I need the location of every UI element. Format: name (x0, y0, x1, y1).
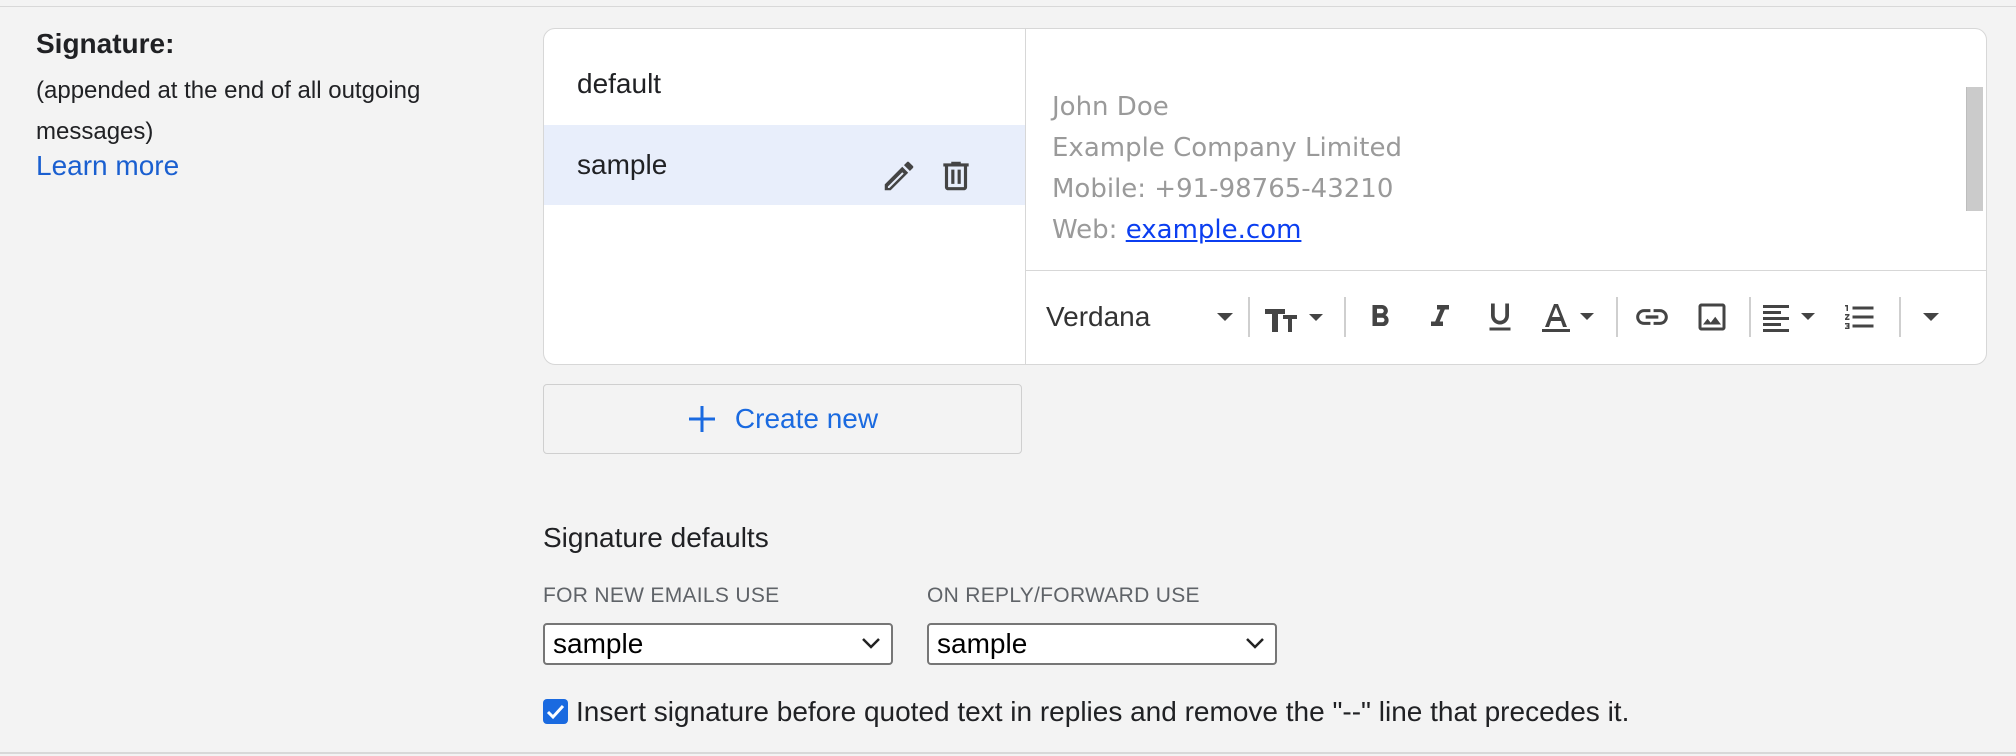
reply-forward-signature-value: sample (937, 628, 1028, 659)
new-emails-label: FOR NEW EMAILS USE (543, 584, 780, 607)
bottom-divider (0, 752, 2016, 754)
reply-forward-label: ON REPLY/FORWARD USE (927, 584, 1200, 607)
formatting-toolbar: Verdana (1026, 271, 1986, 364)
create-new-button[interactable]: Create new (543, 384, 1022, 454)
signature-line-web: Web: example.com (1052, 210, 1402, 251)
web-prefix: Web: (1052, 215, 1126, 245)
underline-icon[interactable] (1476, 293, 1524, 341)
toolbar-divider (1616, 297, 1618, 337)
text-color-icon[interactable] (1536, 293, 1602, 341)
signature-text-area[interactable]: John Doe Example Company Limited Mobile:… (1026, 29, 1986, 271)
new-emails-signature-value: sample (553, 628, 644, 659)
signature-line-name: John Doe (1052, 92, 1169, 122)
editor-scrollbar[interactable] (1966, 87, 1983, 211)
signature-label: Signature: (36, 28, 175, 59)
signature-description: (appended at the end of all outgoing mes… (36, 77, 421, 145)
signature-line-mobile: Mobile: +91-98765-43210 (1052, 174, 1394, 204)
font-family-select[interactable]: Verdana (1046, 293, 1236, 341)
bold-icon[interactable] (1356, 293, 1404, 341)
signature-web-link[interactable]: example.com (1126, 215, 1302, 245)
reply-forward-signature-select[interactable]: sample (927, 623, 1277, 665)
signature-line-company: Example Company Limited (1052, 133, 1402, 163)
signature-content: John Doe Example Company Limited Mobile:… (1052, 87, 1402, 251)
chevron-down-icon (1246, 638, 1264, 649)
more-options-icon[interactable] (1911, 293, 1951, 341)
signature-panel: default sample John Doe Example Company … (543, 28, 1987, 365)
insert-signature-checkbox[interactable] (543, 699, 568, 724)
signature-item-sample[interactable]: sample (544, 125, 1025, 205)
font-size-icon[interactable] (1261, 293, 1333, 341)
insert-signature-label: Insert signature before quoted text in r… (576, 696, 1630, 727)
toolbar-divider (1749, 297, 1751, 337)
signature-item-label: sample (577, 149, 668, 180)
plus-icon (688, 406, 715, 432)
checkmark-icon (546, 704, 565, 720)
toolbar-divider (1248, 297, 1250, 337)
trash-icon[interactable] (937, 146, 975, 191)
chevron-down-icon (862, 638, 880, 649)
new-emails-signature-select[interactable]: sample (543, 623, 893, 665)
signature-editor: John Doe Example Company Limited Mobile:… (1026, 29, 1986, 364)
italic-icon[interactable] (1416, 293, 1464, 341)
font-family-value: Verdana (1046, 301, 1151, 332)
signature-list: default sample (544, 29, 1026, 364)
align-icon[interactable] (1759, 293, 1825, 341)
toolbar-divider (1344, 297, 1346, 337)
create-new-label: Create new (734, 403, 879, 434)
image-icon[interactable] (1688, 293, 1736, 341)
link-icon[interactable] (1628, 293, 1676, 341)
chevron-down-icon (1217, 313, 1233, 321)
signature-item-label: default (577, 68, 662, 99)
numbered-list-icon[interactable] (1836, 293, 1884, 341)
pencil-icon[interactable] (880, 146, 918, 191)
top-divider (0, 0, 2016, 7)
signature-defaults-title: Signature defaults (543, 522, 769, 553)
toolbar-divider (1899, 297, 1901, 337)
signature-item-default[interactable]: default (544, 44, 1025, 124)
learn-more-link[interactable]: Learn more (36, 150, 179, 182)
